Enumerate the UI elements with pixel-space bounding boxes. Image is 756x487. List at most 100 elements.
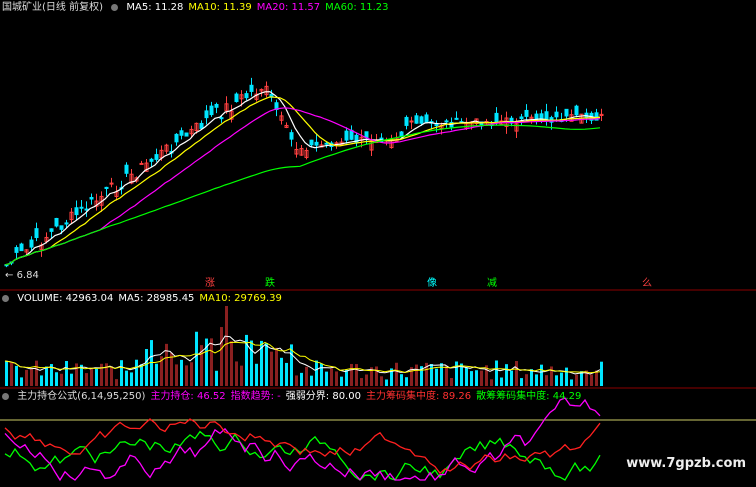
volume-bar [225,306,228,386]
volume-indicator-0: VOLUME: 42963.04 [17,293,114,304]
volume-bar [555,375,558,386]
candle-body [234,93,239,103]
volume-bar [265,343,268,386]
volume-bar [85,373,88,386]
volume-bar [535,374,538,386]
settings-dot-icon[interactable] [2,295,9,302]
candle-body [289,132,294,140]
candle-body [519,116,524,120]
volume-bar [35,360,38,386]
volume-bar [430,364,433,386]
volume-bar [365,374,368,386]
volume-bar [490,379,493,386]
volume-bar [60,373,63,386]
candle-body [219,117,224,120]
candle-body [79,206,84,209]
formula-indicator-3: 强弱分界: 80.00 [285,391,361,402]
volume-bar [385,379,388,386]
volume-bar [220,327,223,386]
candle-body [414,115,419,124]
volume-bar [190,362,193,386]
candle-body [19,243,24,252]
price-candles [4,77,604,268]
candle-body [149,158,154,162]
volume-bar [115,379,118,386]
candle-body [84,208,89,211]
volume-bar [335,371,338,386]
candle-body [444,120,449,123]
volume-bar [510,370,513,386]
signal-marker-4: 么 [642,278,652,289]
volume-bar [325,371,328,386]
volume-bar [25,369,28,386]
volume-bar [175,364,178,386]
volume-bar [465,367,468,386]
volume-bar [210,338,213,386]
candle-body [29,239,34,248]
volume-bar [305,366,308,386]
volume-bar [170,352,173,386]
volume-bar [250,340,253,386]
volume-bar [255,363,258,386]
volume-bar [455,361,458,386]
signal-marker-0: 涨 [205,278,215,289]
volume-bar [380,376,383,386]
volume-indicator-1: MA5: 28985.45 [118,293,195,304]
volume-bar [355,364,358,386]
volume-indicator-2: MA10: 29769.39 [199,293,282,304]
volume-bar [570,379,573,386]
volume-bar [360,378,363,386]
volume-bar [300,372,303,386]
volume-bar [135,359,138,386]
candle-body [174,133,179,143]
volume-bar [340,376,343,386]
volume-ma-lines [4,335,601,375]
volume-bar [500,377,503,386]
volume-bar [90,368,93,386]
moving-average-lines [4,91,601,266]
volume-bar [520,378,523,386]
price-indicators: MA5: 11.28 MA10: 11.39 MA20: 11.57 MA60: 11… [126,2,393,13]
volume-bar [145,349,148,386]
candle-body [249,84,254,92]
volume-bar [125,370,128,386]
price-indicator-0: MA5: 11.28 [126,2,184,13]
settings-dot-icon[interactable] [111,4,119,11]
candle-body [204,110,209,119]
volume-bar [10,362,13,386]
candle-body [344,130,349,141]
candle-body [554,111,559,118]
volume-bar [525,374,528,386]
volume-bar [5,361,8,386]
volume-bar [505,364,508,386]
volume-bar [470,371,473,386]
settings-dot-icon[interactable] [2,393,9,400]
candle-body [434,124,439,127]
signal-marker-3: 减 [487,278,497,289]
volume-header: VOLUME: 42963.04 MA5: 28985.45 MA10: 29769… [2,293,292,305]
candle-body [404,116,409,126]
signal-marker-2: 像 [427,278,437,289]
volume-bar [350,363,353,386]
volume-bar [140,364,143,386]
formula-lines [4,397,601,482]
formula-header: 主力持仓公式(6,14,95,250) 主力持仓: 46.52 指数趋势: - 强弱分… [2,391,591,403]
candle-body [209,105,214,116]
volume-bar [310,375,313,386]
formula-indicator-4: 主力筹码集中度: 89.26 [365,391,472,402]
volume-bar [545,375,548,386]
candle-body [89,196,94,200]
volume-bar [100,363,103,386]
volume-bar [405,377,408,386]
volume-bar [185,365,188,386]
candle-body [424,114,429,123]
candle-body [124,164,129,174]
volume-bar [240,365,243,386]
low-price-value: 6.84 [16,270,39,281]
volume-bar [540,364,543,386]
volume-bar [20,377,23,386]
volume-bar [560,372,563,386]
volume-bar [480,370,483,386]
volume-bar [395,362,398,386]
formula-indicator-5: 散筹筹码集中度: 44.29 [476,391,582,402]
